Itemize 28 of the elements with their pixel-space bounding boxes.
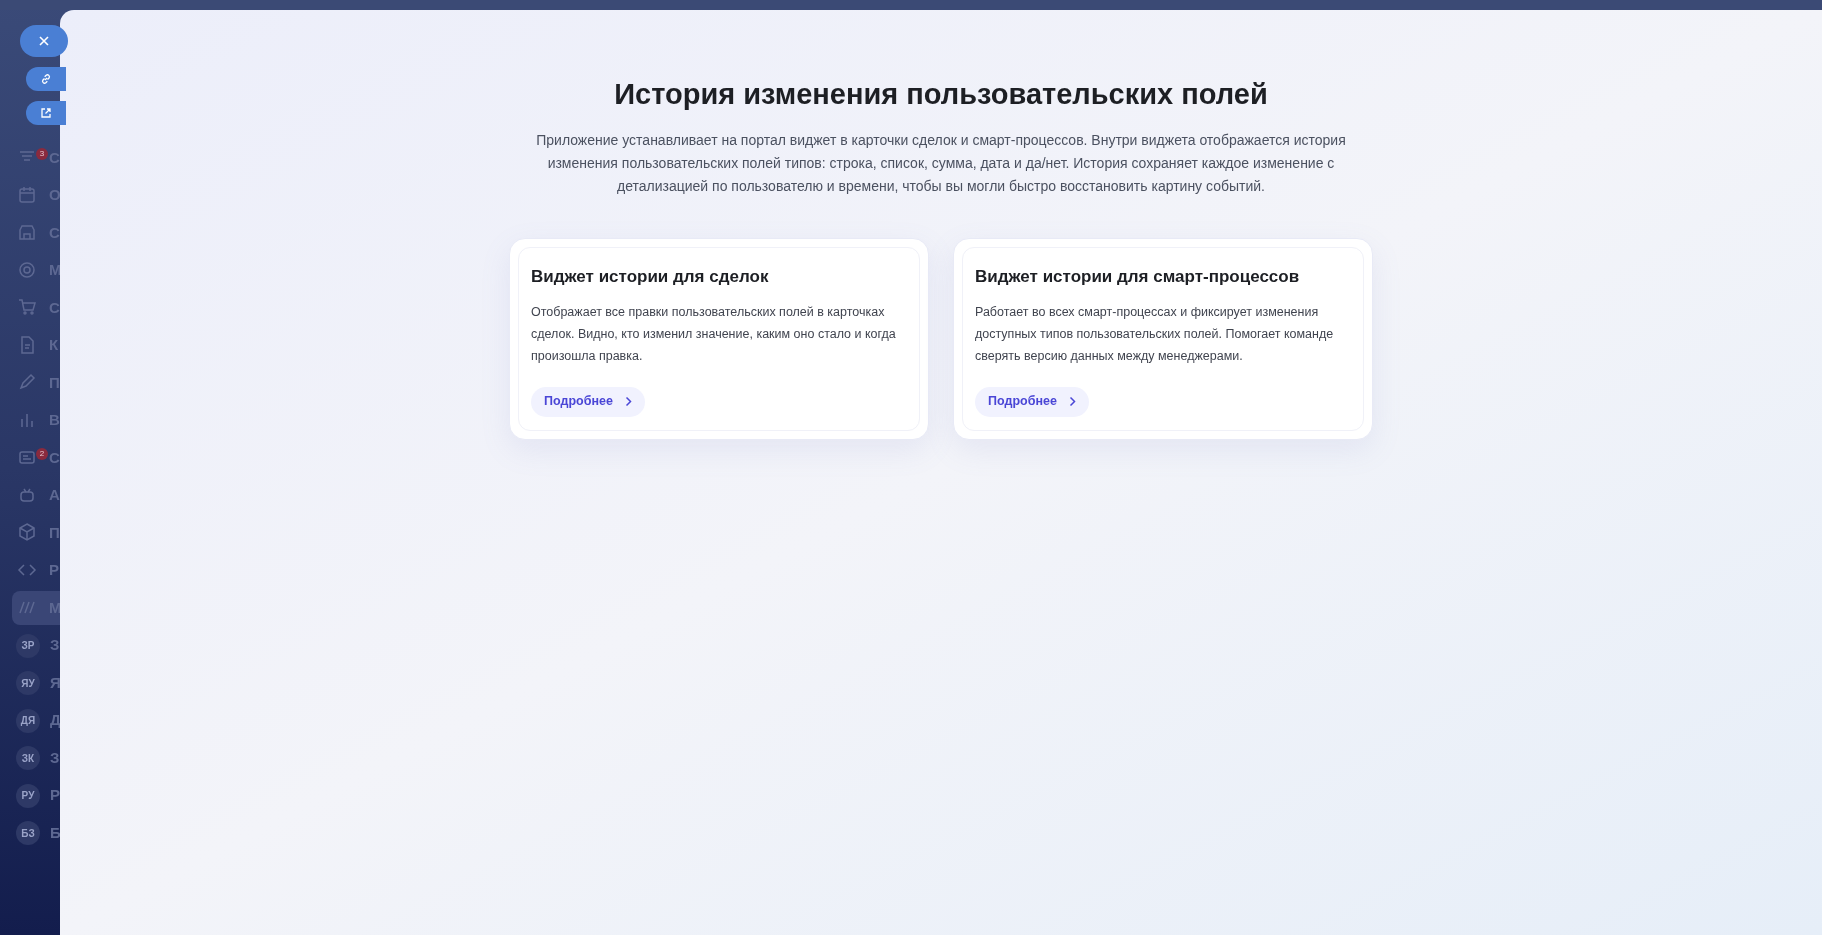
calendar-icon[interactable] [17, 184, 37, 205]
open-new-tab-button[interactable] [26, 101, 66, 125]
store-icon[interactable] [17, 222, 37, 242]
card-text: Работает во всех смарт-процессах и фиксирует изменения доступных типов пользовательских полей. Помогает команде сверять версию данных между менеджерами. [975, 304, 1335, 365]
sidebar-label[interactable]: Д [50, 709, 61, 732]
chevron-right-icon [1068, 396, 1076, 407]
card-title: Виджет истории для сделок [531, 265, 769, 288]
more-button[interactable]: Подробнее [531, 386, 645, 417]
link-icon [40, 73, 52, 85]
page-title: История изменения пользовательских полей [614, 77, 1268, 112]
sidebar-label[interactable]: З [50, 746, 60, 770]
more-button[interactable]: Подробнее [975, 386, 1089, 417]
external-link-icon [40, 107, 52, 119]
card-title: Виджет истории для смарт-процессов [975, 265, 1300, 288]
box-icon[interactable] [17, 522, 37, 542]
sidebar-label[interactable]: Б [50, 821, 61, 845]
card-text: Отображает все правки пользовательских полей в карточках сделок. Видно, кто изменил значение, каким оно стало и когда произошла правка. [531, 304, 897, 365]
close-icon [38, 35, 50, 47]
page-description: Приложение устанавливает на портал виджет в карточки сделок и смарт-процессов. Внутри виджета отображается история изменения пользовательских полей типов: строка, список, сумма, дата и да/нет. История сохраняет каждое изменение с детализацией по пользователю и времени, чтобы вы могли быстро восстановить картину событий. [535, 130, 1347, 196]
chevron-right-icon [624, 396, 632, 407]
target-icon[interactable] [17, 259, 37, 280]
sidebar-label[interactable]: Я [50, 671, 61, 695]
sidebar-label[interactable]: З [50, 634, 60, 657]
copy-link-button[interactable] [26, 67, 66, 91]
sidebar-label[interactable]: Р [50, 784, 60, 807]
cart-icon[interactable] [17, 297, 37, 317]
pen-icon[interactable] [17, 372, 37, 392]
sidebar-label[interactable]: Р [49, 559, 59, 582]
